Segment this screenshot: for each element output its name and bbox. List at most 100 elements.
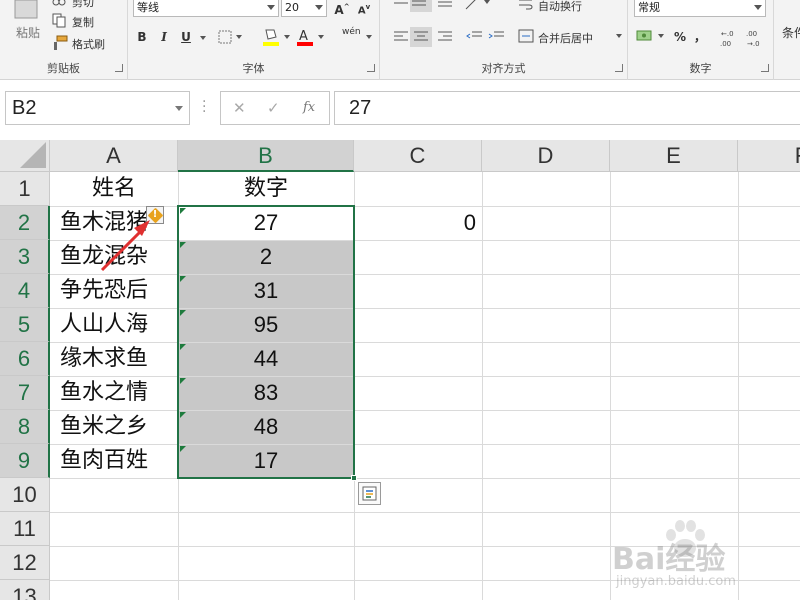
number-launcher-icon[interactable] [761,64,769,72]
font-name-select[interactable]: 等线 [133,0,279,17]
decrease-indent-icon[interactable] [466,29,484,45]
row-header-8[interactable]: 8 [0,410,50,444]
copy-button[interactable]: 复制 [50,12,120,30]
underline-button[interactable]: U [176,28,196,46]
quick-analysis-button[interactable] [358,482,381,505]
bold-button[interactable]: B [132,28,152,46]
paste-button[interactable]: 粘贴 [6,0,46,56]
align-left-icon[interactable] [392,29,410,45]
font-size-select[interactable]: 20 [281,0,327,17]
chevron-down-icon [658,34,664,38]
font-group: 等线 20 A^ Av B I U A wén 字体 [128,0,380,80]
row-header-4[interactable]: 4 [0,274,50,308]
align-top-icon[interactable] [392,0,410,10]
column-header-a[interactable]: A [50,140,178,172]
font-launcher-icon[interactable] [367,64,375,72]
ribbon: 粘贴 剪切 复制 格式刷 剪贴板 等线 20 A^ Av B I U A wén… [0,0,800,80]
chevron-down-icon [315,5,323,10]
wrap-text-button[interactable]: 自动换行 [518,0,618,14]
cell-c2[interactable]: 0 [354,206,482,240]
row-header-5[interactable]: 5 [0,308,50,342]
selection-border [177,205,355,479]
cell-b1[interactable]: 数字 [178,172,354,206]
scissors-icon [52,0,66,6]
chevron-down-icon[interactable] [200,36,206,40]
column-header-e[interactable]: E [610,140,738,172]
cell-a1[interactable]: 姓名 [50,172,178,206]
phonetic-button[interactable]: wén [340,27,374,47]
number-format-select[interactable]: 常规 [634,0,766,17]
worksheet-grid[interactable]: A B C D E F 1 2 3 4 5 6 7 8 9 10 11 12 1… [0,140,800,600]
row-header-2[interactable]: 2 [0,206,50,240]
alignment-launcher-icon[interactable] [615,64,623,72]
cell-a6[interactable]: 缘木求鱼 [50,342,178,376]
number-group: 常规 % ， ←.0.00 .00 →.0 数字 [628,0,774,80]
gridline [610,172,611,600]
format-painter-button[interactable]: 格式刷 [50,34,120,52]
align-bottom-icon[interactable] [436,0,454,10]
font-size-value: 20 [285,1,299,14]
cut-button[interactable]: 剪切 [50,0,120,9]
svg-text:A: A [299,29,308,44]
name-box-value: B2 [12,97,37,119]
row-header-3[interactable]: 3 [0,240,50,274]
chevron-down-icon [236,35,242,39]
cell-a8[interactable]: 鱼米之乡 [50,410,178,444]
align-center-icon [414,31,428,41]
column-header-f[interactable]: F [738,140,800,172]
select-all-button[interactable] [0,140,50,172]
gridline [50,478,800,479]
cancel-icon[interactable]: ✕ [233,99,246,117]
gridline [50,512,800,513]
cell-a7[interactable]: 鱼水之情 [50,376,178,410]
formula-value: 27 [349,97,372,119]
fill-handle[interactable] [351,475,357,481]
border-button[interactable] [218,29,244,45]
cell-a5[interactable]: 人山人海 [50,308,178,342]
increase-decimal-button[interactable]: ←.0.00 [718,27,742,49]
row-header-9[interactable]: 9 [0,444,50,478]
row-header-12[interactable]: 12 [0,546,50,580]
copy-label: 复制 [72,16,94,29]
merge-center-button[interactable]: 合并后居中 [518,28,622,46]
row-header-10[interactable]: 10 [0,478,50,512]
paste-label: 粘贴 [16,26,41,40]
chevron-down-icon [175,106,183,111]
conditional-formatting-button[interactable]: 条件 [776,0,800,56]
accounting-format-button[interactable] [636,28,668,46]
column-header-d[interactable]: D [482,140,610,172]
row-header-6[interactable]: 6 [0,342,50,376]
orientation-button[interactable] [464,0,492,12]
formula-input[interactable]: 27 [334,91,800,125]
column-header-c[interactable]: C [354,140,482,172]
row-header-7[interactable]: 7 [0,376,50,410]
align-right-icon[interactable] [436,29,454,45]
paint-bucket-icon [263,29,279,46]
row-header-1[interactable]: 1 [0,172,50,206]
decrease-font-button[interactable]: Av [354,0,374,16]
clipboard-launcher-icon[interactable] [115,64,123,72]
align-middle-icon [412,0,426,6]
row-header-11[interactable]: 11 [0,512,50,546]
align-middle-button[interactable] [410,0,432,12]
column-header-b[interactable]: B [178,140,354,172]
gridline [482,172,483,600]
insert-function-icon[interactable]: fx [303,100,315,115]
align-center-button[interactable] [410,27,432,47]
increase-indent-icon[interactable] [488,29,506,45]
enter-icon[interactable]: ✓ [267,99,280,117]
name-box[interactable]: B2 [5,91,190,125]
formula-bar: B2 · · · ✕ ✓ fx 27 [0,88,800,128]
row-header-13[interactable]: 13 [0,580,50,600]
percent-button[interactable]: % [670,28,690,46]
italic-button[interactable]: I [154,28,174,46]
format-painter-label: 格式刷 [72,38,105,51]
alignment-group: 自动换行 合并后居中 对齐方式 [380,0,628,80]
comma-button[interactable]: ， [690,28,710,46]
font-color-button[interactable]: A [296,27,326,47]
increase-font-button[interactable]: A^ [332,0,352,17]
red-arrow-annotation [100,220,150,272]
cell-a9[interactable]: 鱼肉百姓 [50,444,178,478]
fill-color-button[interactable] [262,27,292,47]
decrease-decimal-button[interactable]: .00 →.0 [744,27,768,49]
